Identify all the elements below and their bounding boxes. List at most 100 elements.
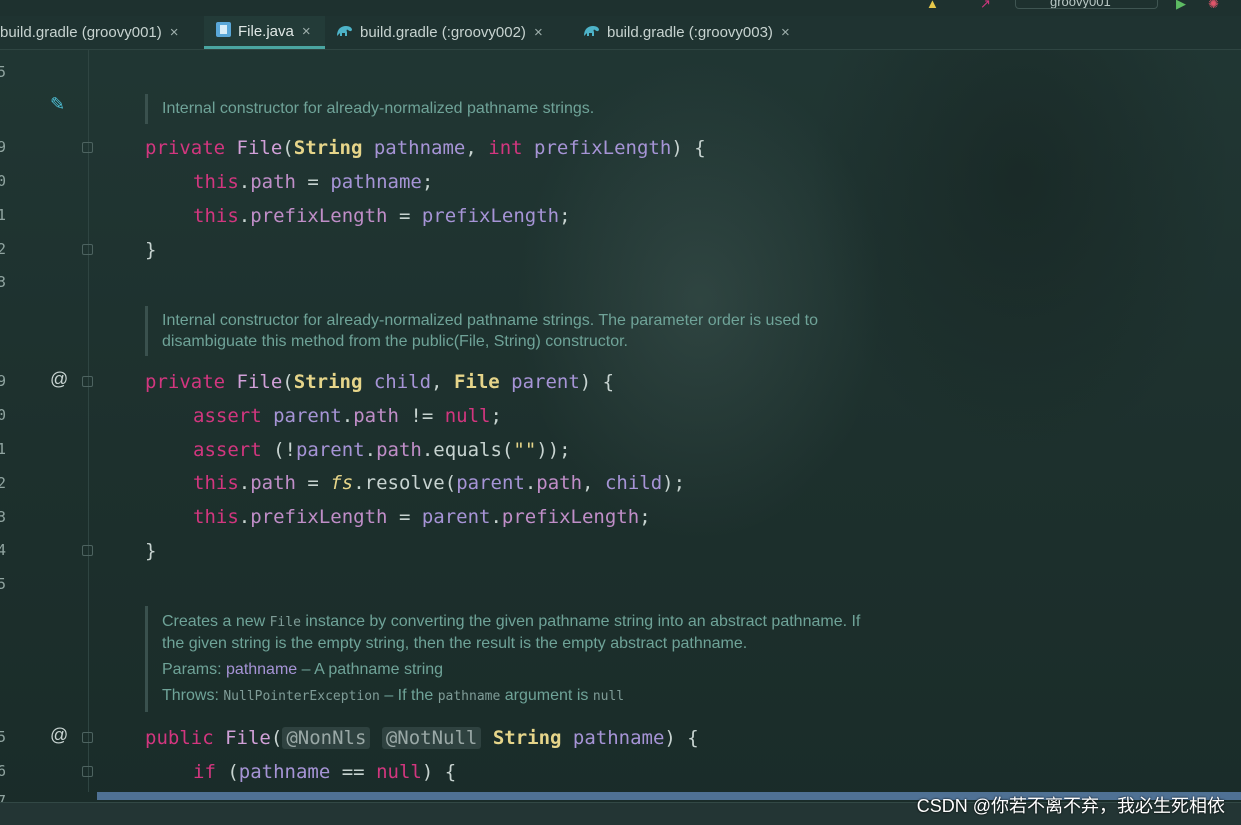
method-name: File: [225, 727, 271, 749]
field: path: [376, 439, 422, 461]
keyword: null: [444, 405, 491, 427]
code-line[interactable]: }: [145, 540, 156, 562]
code-line[interactable]: if (pathname == null) {: [193, 761, 456, 783]
javadoc-text: Internal constructor for already-normali…: [162, 100, 595, 117]
tab-build-gradle-groovy002[interactable]: build.gradle (:groovy002) ×: [335, 16, 570, 49]
keyword: this: [193, 205, 239, 227]
code-line[interactable]: this.path = pathname;: [193, 171, 433, 193]
code-line[interactable]: this.path = fs.resolve(parent.path, chil…: [193, 472, 685, 494]
gradle-icon: [335, 23, 354, 42]
line-number[interactable]: 6: [0, 762, 6, 780]
line-number[interactable]: 4: [0, 541, 6, 559]
keyword: if: [193, 761, 216, 783]
tab-file-java[interactable]: File.java ×: [204, 16, 325, 49]
line-number[interactable]: 3: [0, 273, 6, 291]
gradle-icon: [582, 23, 601, 42]
javadoc-code: File: [269, 615, 301, 630]
param: parent: [511, 371, 580, 393]
tab-build-gradle-groovy001[interactable]: build.gradle (groovy001) ×: [0, 16, 203, 49]
fold-marker[interactable]: [82, 142, 93, 153]
line-number[interactable]: 9: [0, 138, 6, 156]
code-line[interactable]: this.prefixLength = prefixLength;: [193, 205, 571, 227]
code-line[interactable]: public File(@NonNls @NotNull String path…: [145, 727, 699, 749]
line-number[interactable]: 0: [0, 172, 6, 190]
line-number[interactable]: 9: [0, 372, 6, 390]
editor-tab-bar: build.gradle (groovy001) × File.java × b…: [0, 16, 1241, 50]
javadoc-code: NullPointerException: [223, 689, 380, 704]
keyword: assert: [193, 439, 262, 461]
field: prefixLength: [250, 205, 388, 227]
field: prefixLength: [250, 506, 388, 528]
code-line[interactable]: assert (!parent.path.equals(""));: [193, 439, 571, 461]
inlay-annotation[interactable]: @NonNls: [282, 727, 371, 749]
vcs-update-icon[interactable]: ▲: [926, 0, 939, 10]
javadoc-text: – If the: [379, 687, 438, 704]
tab-label: build.gradle (:groovy002): [360, 24, 526, 41]
param: pathname: [572, 727, 665, 749]
javadoc-block: Internal constructor for already-normali…: [145, 306, 818, 356]
edit-doc-pencil-icon[interactable]: ✎: [50, 94, 65, 115]
run-icon[interactable]: ▶: [1176, 0, 1186, 10]
keyword: null: [376, 761, 422, 783]
param: prefixLength: [534, 137, 672, 159]
code-line[interactable]: assert parent.path != null;: [193, 405, 502, 427]
string-literal: "": [513, 439, 537, 461]
keyword: this: [193, 171, 239, 193]
inlay-annotation[interactable]: @NotNull: [381, 727, 482, 749]
fold-marker[interactable]: [82, 732, 93, 743]
line-number[interactable]: 3: [0, 508, 6, 526]
line-number[interactable]: 1: [0, 206, 6, 224]
line-number[interactable]: 2: [0, 240, 6, 258]
type: String: [492, 727, 562, 749]
javadoc-block: Internal constructor for already-normali…: [145, 94, 594, 124]
close-icon[interactable]: ×: [170, 24, 179, 41]
method-name: File: [236, 371, 283, 393]
line-number[interactable]: 5: [0, 575, 6, 593]
run-config-dropdown[interactable]: groovy001: [1015, 0, 1158, 9]
keyword: private: [145, 371, 226, 393]
close-icon[interactable]: ×: [534, 24, 543, 41]
fold-marker[interactable]: [82, 244, 93, 255]
javadoc-param-name: pathname: [226, 661, 298, 678]
javadoc-text: Internal constructor for already-normali…: [162, 312, 819, 329]
close-icon[interactable]: ×: [781, 24, 790, 41]
javadoc-tag: Throws:: [162, 687, 224, 704]
keyword: assert: [193, 405, 262, 427]
param: pathname: [330, 171, 422, 193]
line-number[interactable]: 5: [0, 63, 6, 81]
javadoc-tag: Params:: [162, 661, 227, 678]
param: parent: [456, 472, 525, 494]
close-icon[interactable]: ×: [302, 23, 311, 40]
line-number[interactable]: 2: [0, 474, 6, 492]
javadoc-text: instance by converting the given pathnam…: [300, 613, 861, 630]
debug-icon[interactable]: ✺: [1208, 0, 1219, 10]
code-line[interactable]: }: [145, 239, 156, 261]
field: path: [250, 472, 296, 494]
build-hammer-icon[interactable]: ↗: [980, 0, 991, 10]
fold-marker[interactable]: [82, 766, 93, 777]
field: prefixLength: [501, 506, 640, 528]
keyword: public: [145, 727, 214, 749]
annotation-at-icon[interactable]: @: [50, 369, 68, 390]
line-number[interactable]: 5: [0, 728, 6, 746]
code-line[interactable]: private File(String child, File parent) …: [145, 371, 614, 393]
param: child: [373, 371, 432, 393]
watermark-text: CSDN @你若不离不弃，我必生死相依: [916, 796, 1225, 816]
editor-gutter[interactable]: [0, 50, 89, 792]
fold-marker[interactable]: [82, 545, 93, 556]
line-number[interactable]: 0: [0, 406, 6, 424]
param: parent: [295, 439, 365, 461]
java-file-icon: [215, 21, 232, 42]
tab-build-gradle-groovy003[interactable]: build.gradle (:groovy003) ×: [582, 16, 817, 49]
top-toolbar: ▲ ↗ groovy001 ▶ ✺: [0, 0, 1241, 16]
param: pathname: [373, 137, 466, 159]
annotation-at-icon[interactable]: @: [50, 725, 68, 746]
param: child: [604, 472, 663, 494]
code-line[interactable]: private File(String pathname, int prefix…: [145, 137, 706, 159]
line-number[interactable]: 1: [0, 440, 6, 458]
code-line[interactable]: this.prefixLength = parent.prefixLength;: [193, 506, 651, 528]
javadoc-block: Creates a new File instance by convertin…: [145, 606, 860, 712]
run-config-label: groovy001: [1050, 0, 1111, 9]
fold-marker[interactable]: [82, 376, 93, 387]
field: path: [353, 405, 399, 427]
